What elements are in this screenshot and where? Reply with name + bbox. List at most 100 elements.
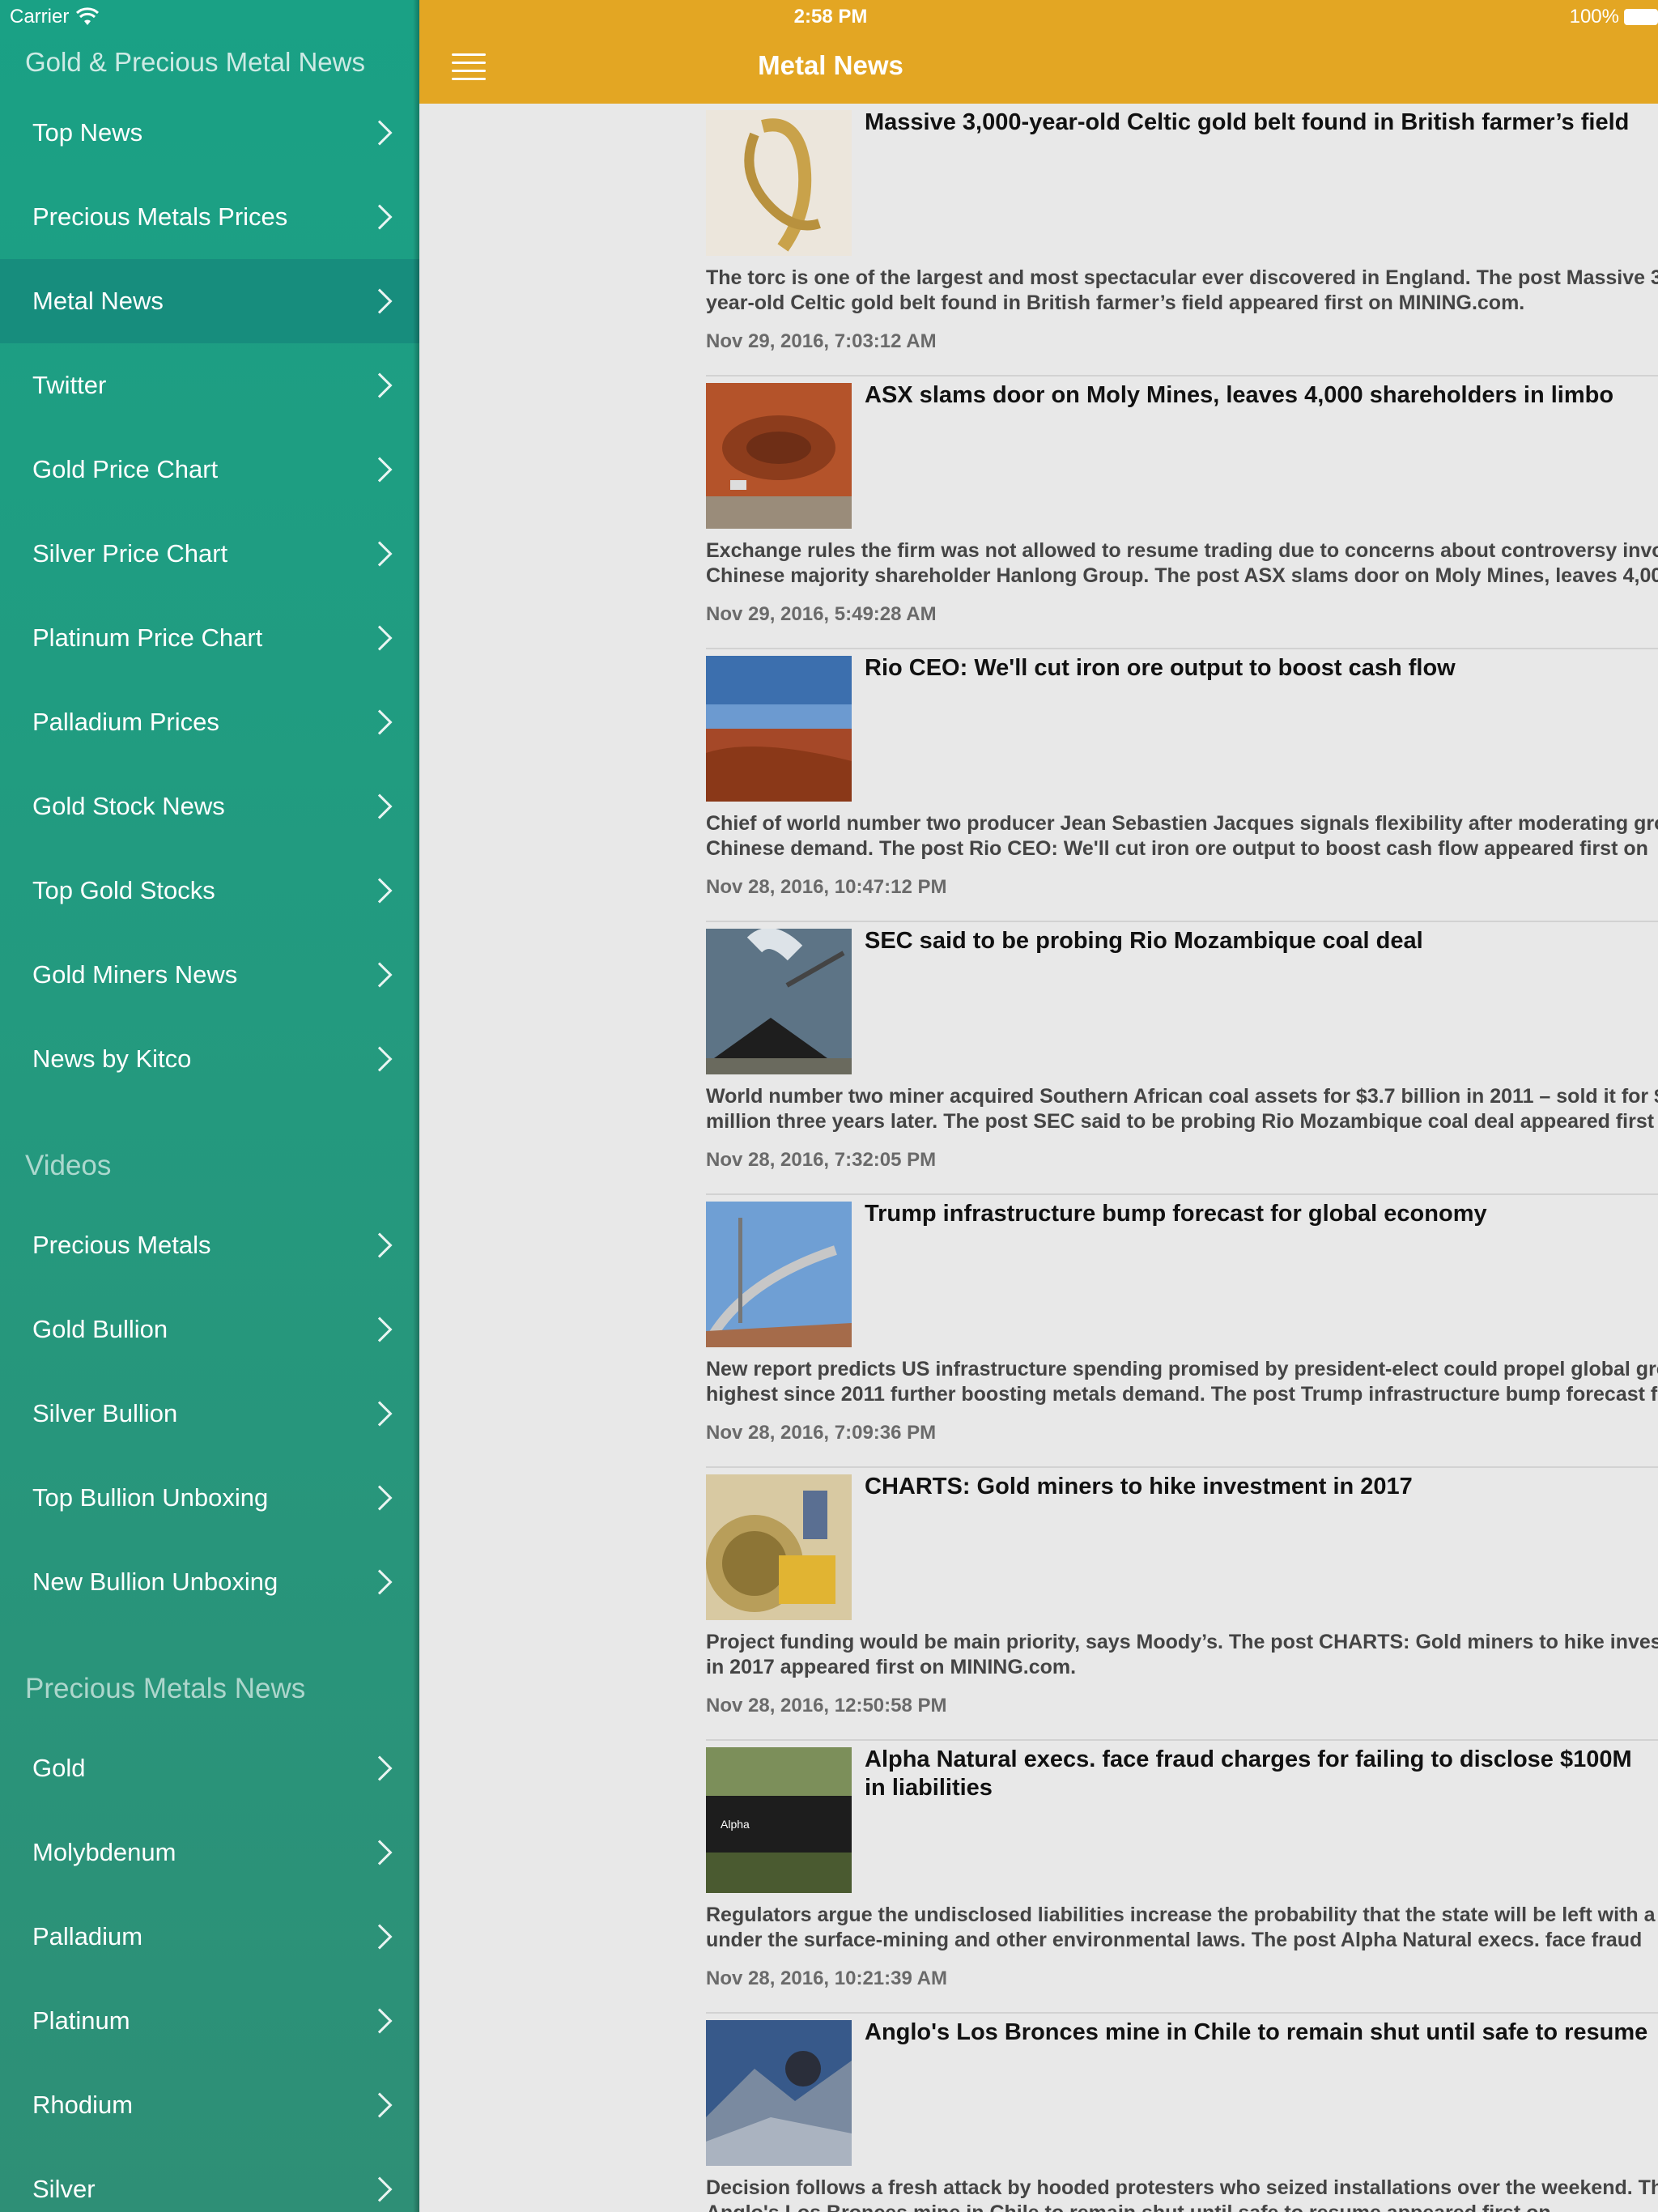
article-headline[interactable]: Massive 3,000-year-old Celtic gold belt …	[865, 108, 1658, 137]
article-timestamp: Nov 28, 2016, 12:50:58 PM	[706, 1695, 947, 1716]
sidebar-item-label: Top Bullion Unboxing	[32, 1483, 269, 1512]
sidebar-item-precious-metals-prices[interactable]: Precious Metals Prices	[0, 175, 419, 259]
sidebar-item-gold[interactable]: Gold	[0, 1726, 419, 1810]
sidebar-item-palladium[interactable]: Palladium	[0, 1895, 419, 1979]
article-row[interactable]: Trump infrastructure bump forecast for g…	[706, 1195, 1658, 1468]
sidebar-item-label: Platinum Price Chart	[32, 623, 263, 652]
article-summary-line: Chinese majority shareholder Hanlong Gro…	[706, 564, 1658, 587]
article-summary-line: under the surface-mining and other envir…	[706, 1929, 1643, 1951]
sidebar-item-label: Palladium	[32, 1922, 143, 1950]
sidebar-item-news-by-kitco[interactable]: News by Kitco	[0, 1017, 419, 1101]
chevron-right-icon	[367, 878, 393, 904]
article-timestamp: Nov 28, 2016, 10:21:39 AM	[706, 1967, 947, 1989]
sidebar-item-top-news[interactable]: Top News	[0, 91, 419, 175]
article-summary-line: Exchange rules the firm was not allowed …	[706, 539, 1658, 562]
chevron-right-icon	[367, 288, 393, 314]
article-timestamp: Nov 28, 2016, 7:32:05 PM	[706, 1149, 937, 1171]
sidebar-item-twitter[interactable]: Twitter	[0, 343, 419, 428]
sidebar-item-silver[interactable]: Silver	[0, 2147, 419, 2212]
svg-text:Alpha: Alpha	[721, 1818, 750, 1831]
sidebar-item-label: Precious Metals	[32, 1231, 211, 1259]
sidebar-item-label: Gold Miners News	[32, 960, 238, 989]
sidebar-item-label: Twitter	[32, 371, 107, 399]
article-row[interactable]: SEC said to be probing Rio Mozambique co…	[706, 922, 1658, 1195]
article-thumbnail	[706, 383, 852, 529]
article-headline[interactable]: Alpha Natural execs. face fraud charges …	[865, 1746, 1658, 1802]
sidebar-item-metal-news[interactable]: Metal News	[0, 259, 419, 343]
article-row[interactable]: Anglo's Los Bronces mine in Chile to rem…	[706, 2014, 1658, 2212]
article-row[interactable]: CHARTS: Gold miners to hike investment i…	[706, 1468, 1658, 1741]
chevron-right-icon	[367, 1046, 393, 1072]
article-timestamp: Nov 28, 2016, 7:09:36 PM	[706, 1422, 937, 1444]
article-summary-line: in 2017 appeared first on MINING.com.	[706, 1656, 1077, 1678]
chevron-right-icon	[367, 2008, 393, 2034]
chevron-right-icon	[367, 1485, 393, 1511]
sidebar-item-label: Gold Bullion	[32, 1315, 168, 1343]
chevron-right-icon	[367, 204, 393, 230]
article-timestamp: Nov 29, 2016, 5:49:28 AM	[706, 603, 937, 625]
navbar-title: Metal News	[758, 50, 903, 80]
article-row[interactable]: ASX slams door on Moly Mines, leaves 4,0…	[706, 376, 1658, 649]
chevron-right-icon	[367, 793, 393, 819]
article-summary-line: Chinese demand. The post Rio CEO: We'll …	[706, 837, 1648, 860]
article-headline[interactable]: SEC said to be probing Rio Mozambique co…	[865, 927, 1658, 955]
article-thumbnail	[706, 1202, 852, 1347]
chevron-right-icon	[367, 2092, 393, 2118]
article-headline[interactable]: Anglo's Los Bronces mine in Chile to rem…	[865, 2018, 1658, 2047]
article-headline[interactable]: CHARTS: Gold miners to hike investment i…	[865, 1473, 1658, 1501]
sidebar-item-rhodium[interactable]: Rhodium	[0, 2063, 419, 2147]
article-timestamp: Nov 29, 2016, 7:03:12 AM	[706, 330, 937, 352]
article-summary-line: World number two miner acquired Southern…	[706, 1085, 1658, 1108]
sidebar-item-silver-bullion[interactable]: Silver Bullion	[0, 1372, 419, 1456]
sidebar-item-label: Rhodium	[32, 2091, 134, 2119]
sidebar-item-top-gold-stocks[interactable]: Top Gold Stocks	[0, 849, 419, 933]
sidebar-item-label: Molybdenum	[32, 1838, 176, 1866]
sidebar-item-silver-price-chart[interactable]: Silver Price Chart	[0, 512, 419, 596]
sidebar-item-label: New Bullion Unboxing	[32, 1568, 278, 1596]
sidebar-item-label: Top Gold Stocks	[32, 876, 215, 904]
article-summary: Chief of world number two producer Jean …	[706, 811, 1658, 863]
article-thumbnail	[706, 110, 852, 256]
sidebar-item-gold-price-chart[interactable]: Gold Price Chart	[0, 428, 419, 512]
sidebar-item-new-bullion-unboxing[interactable]: New Bullion Unboxing	[0, 1540, 419, 1624]
article-headline[interactable]: Trump infrastructure bump forecast for g…	[865, 1200, 1658, 1228]
section-title-videos: Videos	[25, 1150, 112, 1181]
sidebar-item-gold-stock-news[interactable]: Gold Stock News	[0, 764, 419, 849]
chevron-right-icon	[367, 1924, 393, 1950]
chevron-right-icon	[367, 709, 393, 735]
article-summary: Exchange rules the firm was not allowed …	[706, 538, 1658, 590]
sidebar-item-label: Precious Metals Prices	[32, 202, 288, 231]
sidebar-item-gold-miners-news[interactable]: Gold Miners News	[0, 933, 419, 1017]
chevron-right-icon	[367, 120, 393, 146]
article-summary: The torc is one of the largest and most …	[706, 266, 1658, 317]
section-title-precious-metals-news: Precious Metals News	[25, 1673, 306, 1704]
chevron-right-icon	[367, 1317, 393, 1342]
sidebar-item-platinum[interactable]: Platinum	[0, 1979, 419, 2063]
article-summary-line: year-old Celtic gold belt found in Briti…	[706, 291, 1525, 314]
article-summary-line: Regulators argue the undisclosed liabili…	[706, 1904, 1658, 1926]
sidebar-nav: Top News Precious Metals Prices Metal News…	[0, 91, 419, 2212]
article-row[interactable]: Alpha Alpha Natural execs. face fraud cha…	[706, 1741, 1658, 2014]
status-time: 2:58 PM	[793, 6, 868, 28]
sidebar-item-label: News by Kitco	[32, 1044, 192, 1073]
article-summary: World number two miner acquired Southern…	[706, 1084, 1658, 1136]
sidebar-item-label: Silver	[32, 2175, 96, 2203]
sidebar-item-palladium-prices[interactable]: Palladium Prices	[0, 680, 419, 764]
sidebar-item-molybdenum[interactable]: Molybdenum	[0, 1810, 419, 1895]
sidebar-item-precious-metals[interactable]: Precious Metals	[0, 1203, 419, 1287]
sidebar-item-gold-bullion[interactable]: Gold Bullion	[0, 1287, 419, 1372]
sidebar-item-platinum-price-chart[interactable]: Platinum Price Chart	[0, 596, 419, 680]
article-summary: Regulators argue the undisclosed liabili…	[706, 1903, 1658, 1955]
navigation-bar: 2:58 PM 100% Metal News	[419, 0, 1658, 104]
sidebar-item-top-bullion-unboxing[interactable]: Top Bullion Unboxing	[0, 1456, 419, 1540]
article-summary-line: New report predicts US infrastructure sp…	[706, 1358, 1658, 1380]
chevron-right-icon	[367, 1232, 393, 1258]
sidebar-item-label: Gold	[32, 1754, 86, 1782]
article-headline[interactable]: Rio CEO: We'll cut iron ore output to bo…	[865, 654, 1658, 683]
article-row[interactable]: Massive 3,000-year-old Celtic gold belt …	[706, 104, 1658, 376]
article-row[interactable]: Rio CEO: We'll cut iron ore output to bo…	[706, 649, 1658, 922]
article-summary-line: Decision follows a fresh attack by hoode…	[706, 2176, 1658, 2199]
battery-percent: 100%	[1569, 6, 1619, 28]
article-thumbnail	[706, 929, 852, 1074]
article-headline[interactable]: ASX slams door on Moly Mines, leaves 4,0…	[865, 381, 1658, 410]
